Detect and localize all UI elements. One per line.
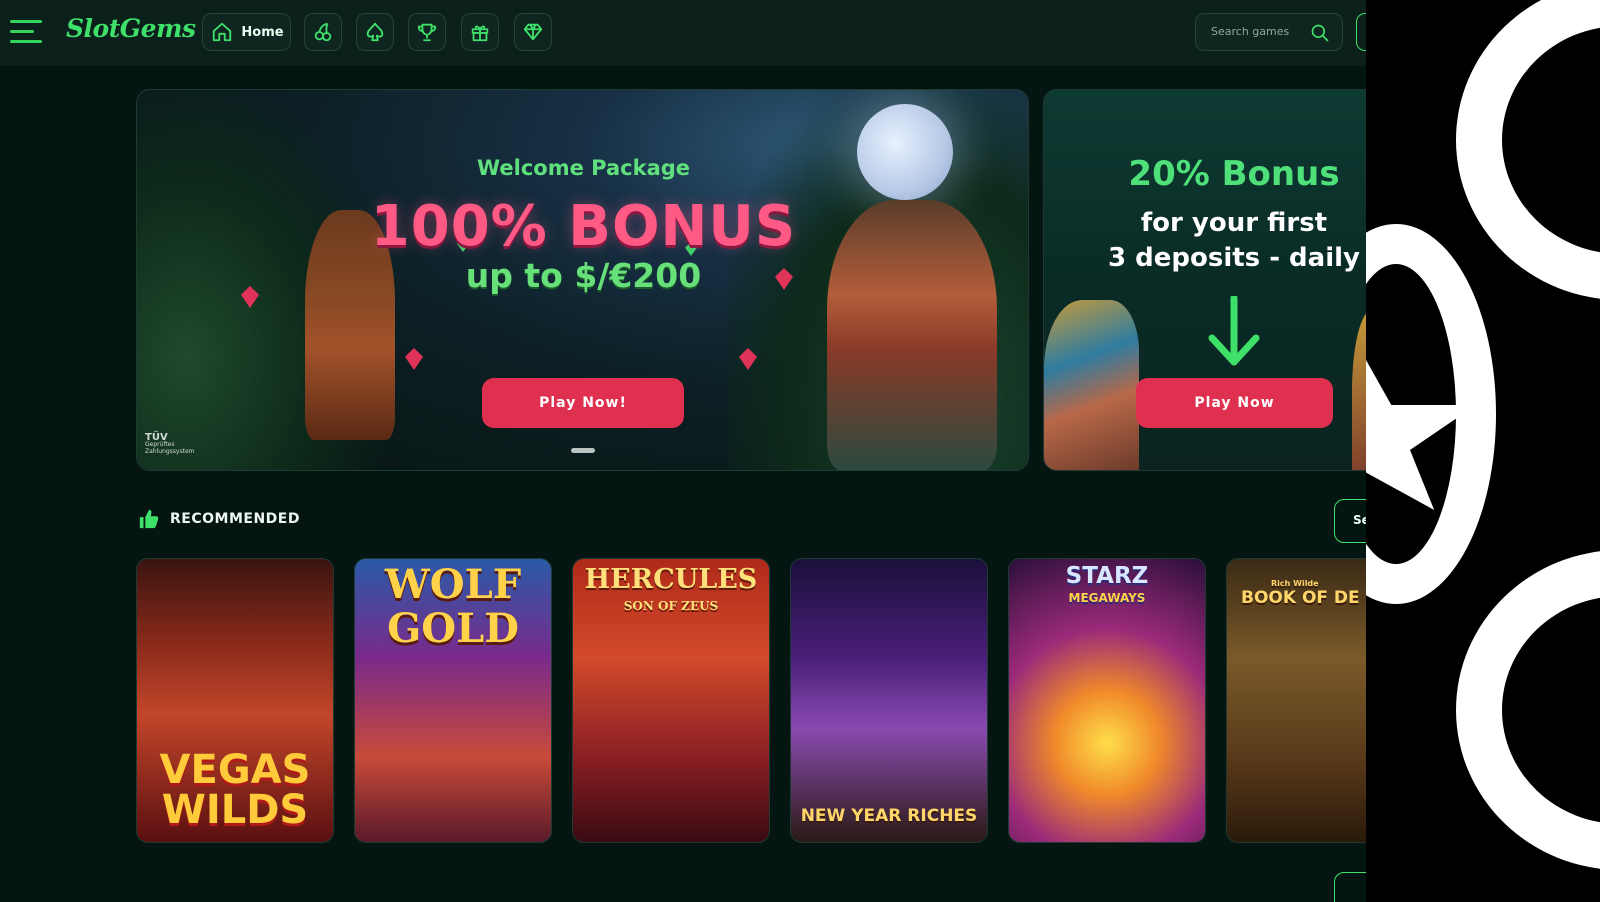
white-ring-shape — [1456, 0, 1600, 300]
search-input[interactable]: Search games — [1211, 25, 1289, 38]
tuv-badge-text: Geprüftes Zahlungssystem — [145, 441, 195, 455]
nav-table-games-button[interactable] — [356, 13, 394, 51]
top-bar: SlotGems Home Search games — [0, 0, 1366, 66]
game-card-starz-megaways[interactable]: STARZ MEGAWAYS — [1008, 558, 1206, 843]
game-card-wolf-gold[interactable]: WOLF GOLD — [354, 558, 552, 843]
side-banner-headline: 20% Bonus — [1128, 154, 1340, 194]
game-card-vegas-wilds[interactable]: VEGAS WILDS — [136, 558, 334, 843]
game-title: HERCULES SON OF ZEUS — [573, 564, 769, 619]
banner-subline: up to $/€200 — [465, 256, 702, 295]
search-box[interactable]: Search games — [1195, 13, 1343, 51]
next-section-button[interactable] — [1334, 872, 1366, 902]
game-subtitle: MEGAWAYS — [1068, 591, 1146, 605]
see-all-button[interactable]: Se — [1334, 499, 1366, 543]
game-subtitle: Rich Wilde — [1271, 579, 1319, 588]
search-icon[interactable] — [1310, 23, 1330, 43]
hero-banner-welcome[interactable]: Welcome Package 100% BONUS up to $/€200 … — [136, 89, 1029, 471]
game-subtitle: SON OF ZEUS — [623, 599, 719, 613]
game-title: STARZ MEGAWAYS — [1009, 565, 1205, 609]
game-title: VEGAS WILDS — [159, 747, 311, 833]
tuv-badge: TÜV Geprüftes Zahlungssystem — [145, 432, 207, 464]
game-card-hercules[interactable]: HERCULES SON OF ZEUS — [572, 558, 770, 843]
nav-home-label: Home — [241, 24, 284, 40]
thumbs-up-icon — [139, 509, 159, 529]
side-play-now-button[interactable]: Play Now — [1136, 378, 1333, 428]
cherry-icon — [314, 22, 332, 42]
logo[interactable]: SlotGems — [66, 14, 196, 43]
game-card-new-year-riches[interactable]: NEW YEAR RICHES — [790, 558, 988, 843]
login-button[interactable] — [1356, 13, 1366, 51]
moon-image — [857, 104, 953, 200]
gift-icon — [471, 25, 489, 42]
nav-tournaments-button[interactable] — [408, 13, 446, 51]
banner-eyebrow: Welcome Package — [476, 156, 691, 180]
side-banner-deposit-bonus[interactable]: 20% Bonus for your first 3 deposits - da… — [1043, 89, 1366, 471]
game-title: WOLF GOLD — [384, 561, 522, 652]
arrow-down-icon — [1208, 296, 1260, 366]
diamond-icon — [523, 23, 543, 41]
play-now-button[interactable]: Play Now! — [482, 378, 684, 428]
red-gem-icon — [405, 348, 423, 370]
recommended-title: RECOMMENDED — [170, 511, 300, 527]
nav-promotions-button[interactable] — [461, 13, 499, 51]
nav-home-button[interactable]: Home — [202, 13, 291, 51]
nav-vip-button[interactable] — [514, 13, 552, 51]
game-title-main: STARZ — [1065, 563, 1149, 589]
side-banner-subline: for your first 3 deposits - daily — [1044, 206, 1366, 276]
banner-headline: 100% BONUS — [370, 194, 797, 259]
spade-icon — [366, 22, 384, 42]
decorative-side-graphic — [1366, 0, 1600, 902]
carousel-indicator[interactable] — [571, 448, 595, 453]
game-title-main: HERCULES — [584, 564, 758, 595]
game-title-main: BOOK OF DE — [1241, 588, 1360, 608]
menu-icon[interactable] — [10, 20, 42, 46]
white-ring-shape — [1456, 550, 1600, 870]
game-title: NEW YEAR RICHES — [800, 806, 978, 826]
game-title: Rich Wilde BOOK OF DE — [1227, 579, 1366, 608]
game-card-book-of-dead[interactable]: Rich Wilde BOOK OF DE — [1226, 558, 1366, 843]
casino-page: SlotGems Home Search games Welcome Packa… — [0, 0, 1366, 902]
warrior-character-2 — [1352, 310, 1366, 470]
tuv-badge-title: TÜV — [145, 432, 168, 443]
trophy-icon — [417, 23, 437, 42]
side-banner-line1: for your first — [1140, 208, 1328, 238]
warrior-character — [1044, 300, 1139, 470]
recommended-header: RECOMMENDED — [138, 508, 300, 530]
side-banner-line2: 3 deposits - daily — [1108, 243, 1360, 273]
nav-slots-button[interactable] — [304, 13, 342, 51]
home-icon — [213, 22, 232, 42]
